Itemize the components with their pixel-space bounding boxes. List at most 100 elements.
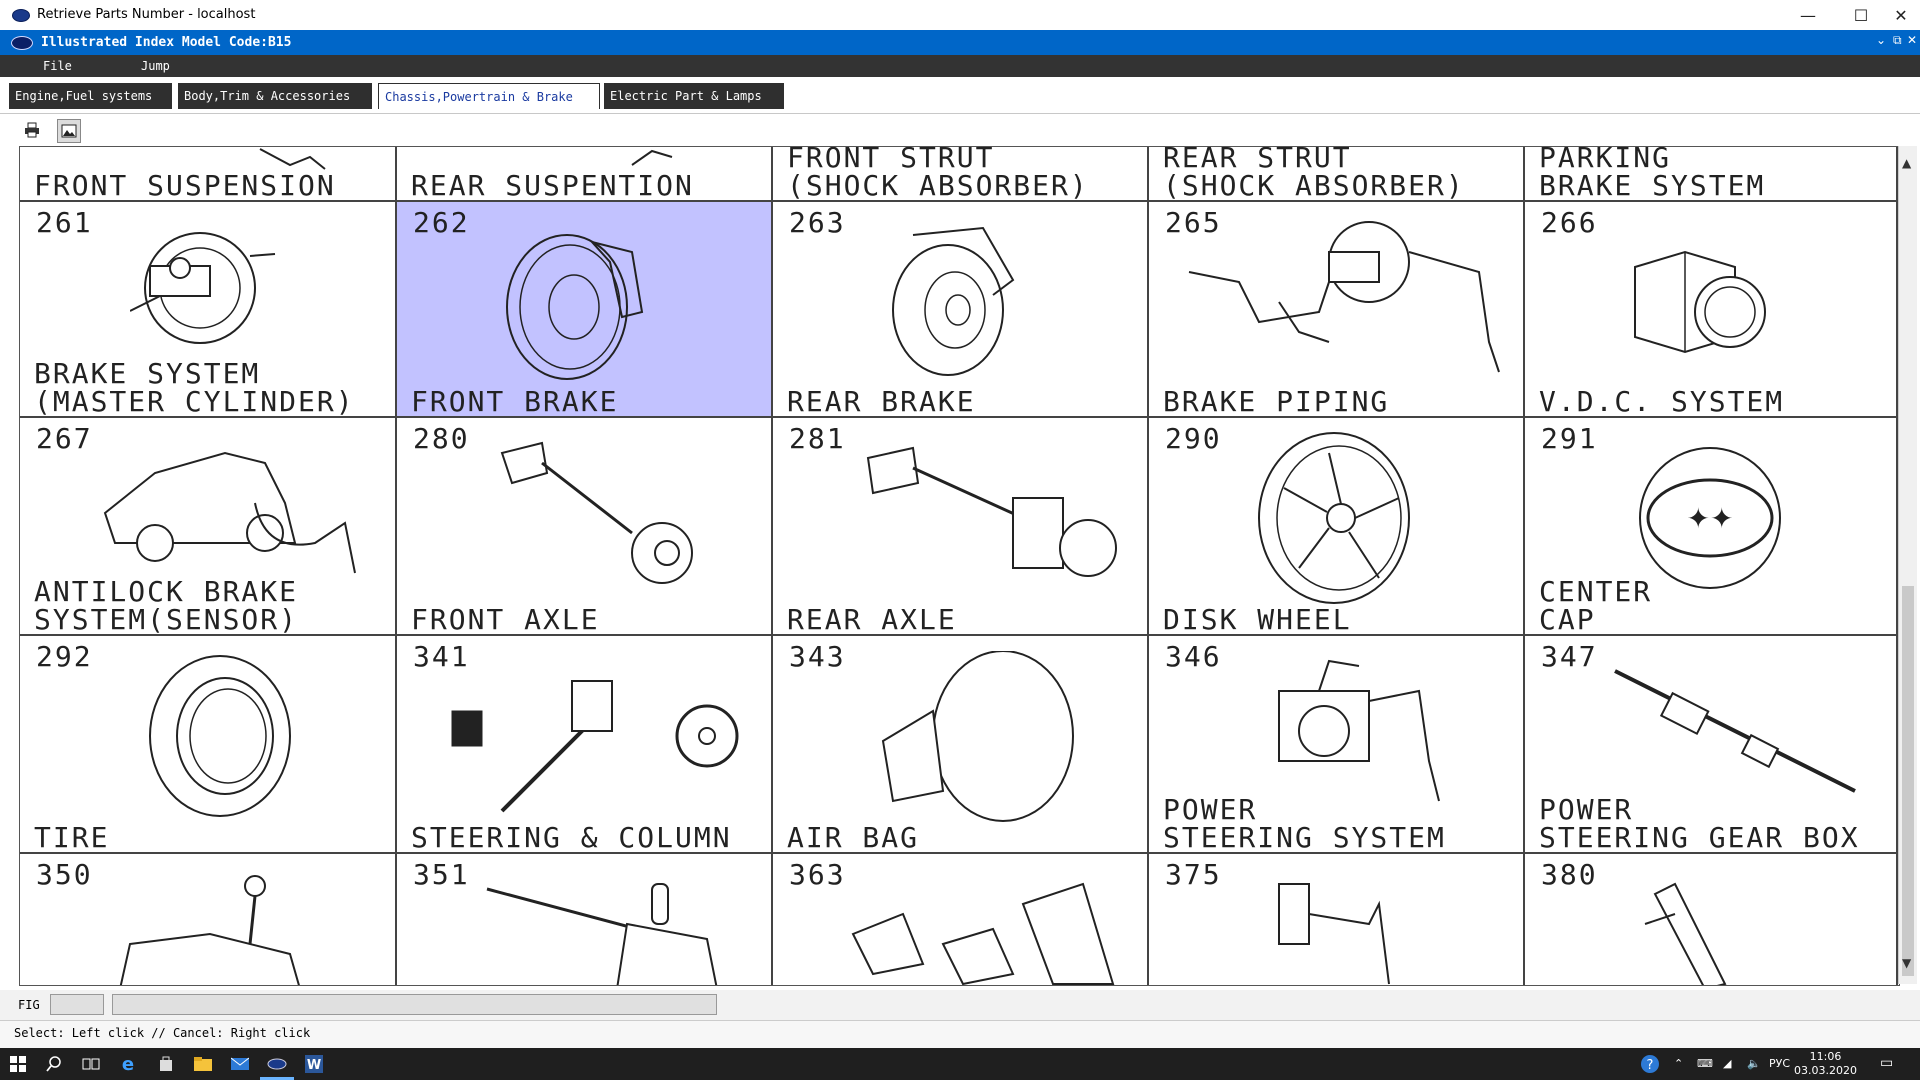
clock[interactable]: 11:06 03.03.2020: [1794, 1050, 1857, 1078]
scrollbar-thumb[interactable]: [1902, 586, 1914, 976]
document-title: Illustrated Index Model Code:B15: [41, 35, 292, 50]
svg-text:W: W: [307, 1058, 321, 1073]
index-cell-266[interactable]: 266 V.D.C. SYSTEM: [1525, 202, 1898, 418]
index-cell-label: V.D.C. SYSTEM: [1539, 385, 1785, 418]
parts-app-taskbar-icon[interactable]: [260, 1053, 294, 1080]
index-cell-363[interactable]: 363: [773, 854, 1149, 985]
windows-taskbar: e W ? ⌃ ⌨ ◢ 🔈 РУС 11:06 03.03.2020 ▭: [0, 1048, 1920, 1080]
svg-text:✦✦: ✦✦: [1687, 502, 1734, 535]
keyboard-layout-icon[interactable]: ⌨: [1697, 1057, 1713, 1070]
disk-wheel-illustration: [1258, 432, 1410, 604]
index-cell-343[interactable]: 343 AIR BAG: [773, 636, 1149, 854]
menu-jump[interactable]: Jump: [141, 59, 170, 73]
fig-number: 292: [36, 640, 93, 673]
chevron-down-icon[interactable]: ⌄: [1876, 33, 1886, 47]
restore-icon[interactable]: ⧉: [1893, 33, 1902, 48]
fig-description-field[interactable]: [112, 994, 717, 1015]
input-language[interactable]: РУС: [1769, 1057, 1790, 1070]
printer-icon[interactable]: [21, 119, 43, 141]
fig-number: 266: [1541, 206, 1598, 239]
clutch-master-illustration: [1278, 883, 1390, 985]
index-cell-label: CENTER CAP: [1539, 575, 1653, 636]
file-explorer-icon[interactable]: [192, 1053, 214, 1075]
fig-number: 351: [413, 858, 470, 891]
illustrated-index-grid: FRONT SUSPENSION REAR SUSPENTION FRONT S…: [19, 146, 1900, 986]
index-cell-267[interactable]: 267 ANTILOCK BRAKE SYSTEM(SENSOR): [20, 418, 397, 636]
toolbar: [0, 116, 1920, 144]
window-title: Retrieve Parts Number - localhost: [37, 7, 256, 22]
fig-number: 346: [1165, 640, 1222, 673]
tab-engine-fuel[interactable]: Engine,Fuel systems: [9, 83, 172, 109]
steering-gear-box-illustration: [1614, 669, 1856, 793]
index-cell-265[interactable]: 265 BRAKE PIPING: [1149, 202, 1525, 418]
index-cell-262[interactable]: 262 FRONT BRAKE: [397, 202, 773, 418]
fig-number-field[interactable]: [50, 994, 104, 1015]
shift-lever-illustration: [119, 875, 300, 985]
category-tabs: Engine,Fuel systems Body,Trim & Accessor…: [0, 77, 1920, 114]
notification-icon[interactable]: ▭: [1880, 1055, 1893, 1071]
scroll-up-icon[interactable]: ▲: [1902, 156, 1911, 170]
index-cell-281[interactable]: 281 REAR AXLE: [773, 418, 1149, 636]
rear-brake-illustration: [892, 226, 1015, 376]
fig-number: 380: [1541, 858, 1598, 891]
clock-time: 11:06: [1809, 1050, 1842, 1063]
index-cell-346[interactable]: 346 POWER STEERING SYSTEM: [1149, 636, 1525, 854]
index-cell-front-strut[interactable]: FRONT STRUT (SHOCK ABSORBER): [773, 147, 1149, 202]
index-cell-label: FRONT STRUT (SHOCK ABSORBER): [787, 146, 1089, 202]
tab-body-trim[interactable]: Body,Trim & Accessories: [178, 83, 372, 109]
mail-icon[interactable]: [229, 1053, 251, 1075]
air-bag-illustration: [881, 651, 1074, 822]
task-view-icon[interactable]: [80, 1053, 102, 1075]
index-cell-292[interactable]: 292 TIRE: [20, 636, 397, 854]
vdc-unit-illustration: [1634, 250, 1766, 354]
fig-label: FIG: [18, 998, 40, 1012]
index-cell-rear-suspension[interactable]: REAR SUSPENTION: [397, 147, 773, 202]
index-cell-front-suspension[interactable]: FRONT SUSPENSION: [20, 147, 397, 202]
index-cell-parking-brake[interactable]: PARKING BRAKE SYSTEM: [1525, 147, 1898, 202]
index-cell-label: FRONT SUSPENSION: [34, 169, 336, 202]
index-cell-375[interactable]: 375: [1149, 854, 1525, 985]
index-cell-280[interactable]: 280 FRONT AXLE: [397, 418, 773, 636]
volume-icon[interactable]: 🔈: [1747, 1057, 1761, 1070]
index-cell-label: REAR STRUT (SHOCK ABSORBER): [1163, 146, 1465, 202]
fig-number: 363: [789, 858, 846, 891]
tray-chevron-up-icon[interactable]: ⌃: [1674, 1057, 1683, 1070]
store-icon[interactable]: [155, 1053, 177, 1075]
fig-number: 280: [413, 422, 470, 455]
close-button[interactable]: ✕: [1878, 0, 1920, 30]
index-cell-label: REAR SUSPENTION: [411, 169, 694, 202]
search-icon[interactable]: [43, 1053, 65, 1075]
index-cell-label: BRAKE SYSTEM (MASTER CYLINDER): [34, 357, 355, 418]
minimize-button[interactable]: —: [1785, 0, 1831, 30]
index-cell-380[interactable]: 380: [1525, 854, 1898, 985]
index-cell-290[interactable]: 290 DISK WHEEL: [1149, 418, 1525, 636]
windows-start-icon[interactable]: [7, 1053, 29, 1075]
vertical-scrollbar[interactable]: ▲ ▼: [1898, 146, 1917, 984]
menu-bar: File Jump: [0, 55, 1920, 77]
scroll-down-icon[interactable]: ▼: [1902, 956, 1911, 970]
index-cell-261[interactable]: 261 BRAKE SYSTEM (MASTER CYLINDER): [20, 202, 397, 418]
word-icon[interactable]: W: [303, 1053, 325, 1075]
image-icon[interactable]: [57, 119, 81, 143]
app-logo-icon: [12, 9, 30, 22]
window-title-bar[interactable]: Retrieve Parts Number - localhost — ☐ ✕: [0, 0, 1920, 30]
edge-browser-icon[interactable]: e: [117, 1053, 139, 1075]
fig-number: 263: [789, 206, 846, 239]
index-cell-label: DISK WHEEL: [1163, 603, 1352, 636]
pedal-illustration: [851, 882, 1115, 985]
index-cell-350[interactable]: 350: [20, 854, 397, 985]
tab-chassis-powertrain[interactable]: Chassis,Powertrain & Brake: [378, 83, 600, 109]
close-icon[interactable]: ✕: [1907, 33, 1917, 47]
tab-electric-lamps[interactable]: Electric Part & Lamps: [604, 83, 784, 109]
index-cell-263[interactable]: 263 REAR BRAKE: [773, 202, 1149, 418]
menu-file[interactable]: File: [43, 59, 72, 73]
index-cell-291[interactable]: 291 ✦✦ CENTER CAP: [1525, 418, 1898, 636]
suspension-illustration: [631, 149, 673, 166]
index-cell-347[interactable]: 347 POWER STEERING GEAR BOX: [1525, 636, 1898, 854]
help-icon[interactable]: ?: [1639, 1053, 1661, 1075]
index-cell-351[interactable]: 351: [397, 854, 773, 985]
fig-bar: FIG: [0, 990, 1920, 1020]
index-cell-rear-strut[interactable]: REAR STRUT (SHOCK ABSORBER): [1149, 147, 1525, 202]
network-icon[interactable]: ◢: [1723, 1057, 1731, 1070]
index-cell-341[interactable]: 341 STEERING & COLUMN: [397, 636, 773, 854]
